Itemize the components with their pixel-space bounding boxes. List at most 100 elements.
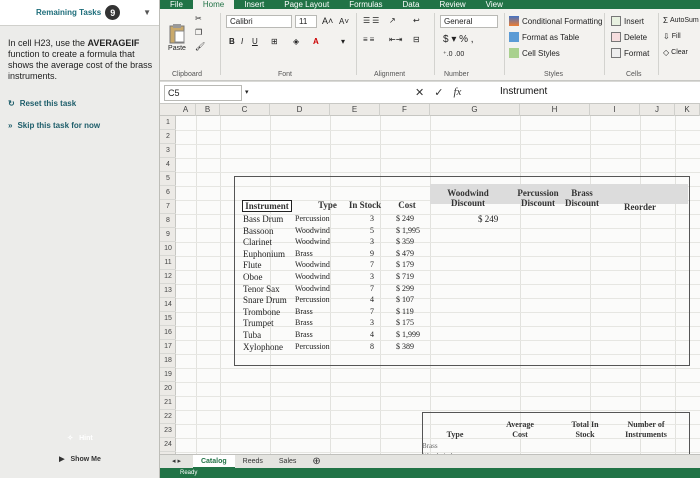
format-cells-button[interactable]: Format <box>610 47 650 59</box>
column-header-b[interactable]: B <box>196 104 220 116</box>
row-header-22[interactable]: 22 <box>160 410 176 424</box>
column-header-i[interactable]: I <box>590 104 640 116</box>
column-header-c[interactable]: C <box>220 104 270 116</box>
format-painter-icon[interactable]: 🖌 <box>194 41 206 52</box>
cell-instrument[interactable]: Bass Drum <box>243 214 283 224</box>
sheet-nav-icon[interactable]: ◂ ▸ <box>160 455 193 469</box>
tab-file[interactable]: File <box>160 0 193 9</box>
cell-instrument[interactable]: Xylophone <box>243 342 283 352</box>
row-header-6[interactable]: 6 <box>160 186 176 200</box>
more-font-icon[interactable]: ▾ <box>340 36 346 47</box>
cell-in-stock[interactable]: 3 <box>370 214 374 223</box>
cell-in-stock[interactable]: 3 <box>370 237 374 246</box>
clear-button[interactable]: ◇ Clear <box>662 47 689 58</box>
row-header-24[interactable]: 24 <box>160 438 176 452</box>
row-header-5[interactable]: 5 <box>160 172 176 186</box>
paste-button[interactable]: Paste <box>164 13 190 53</box>
formula-input[interactable]: Instrument <box>500 86 547 97</box>
cell-type[interactable]: Percussion <box>295 214 330 223</box>
cell-in-stock[interactable]: 7 <box>370 260 374 269</box>
borders-icon[interactable]: ⊞ <box>270 36 279 47</box>
summary-type-cell[interactable]: Brass <box>422 442 438 450</box>
orientation-icon[interactable]: ↗ <box>388 15 397 26</box>
row-header-16[interactable]: 16 <box>160 326 176 340</box>
cell-type[interactable]: Woodwind <box>295 226 330 235</box>
row-header-10[interactable]: 10 <box>160 242 176 256</box>
number-format-select[interactable]: General <box>440 15 498 28</box>
cell-styles-button[interactable]: Cell Styles <box>508 47 561 59</box>
cell-cost[interactable]: $ 299 <box>396 284 414 293</box>
table-header-0[interactable]: Instrument <box>242 200 292 212</box>
cell-type[interactable]: Brass <box>295 307 313 316</box>
sheet-tab-sales[interactable]: Sales <box>271 455 305 469</box>
hint-button[interactable]: ✧ Hint <box>0 431 160 445</box>
row-header-4[interactable]: 4 <box>160 158 176 172</box>
cell-instrument[interactable]: Flute <box>243 260 262 270</box>
cell-type[interactable]: Percussion <box>295 342 330 351</box>
cut-icon[interactable]: ✂ <box>194 13 203 24</box>
decimal-icons[interactable]: ⁺.0 .00 <box>442 49 465 59</box>
column-header-k[interactable]: K <box>675 104 700 116</box>
row-header-7[interactable]: 7 <box>160 200 176 214</box>
autosum-button[interactable]: Σ AutoSum <box>662 15 700 26</box>
cell-type[interactable]: Brass <box>295 330 313 339</box>
cell-in-stock[interactable]: 8 <box>370 342 374 351</box>
cell-instrument[interactable]: Euphonium <box>243 249 285 259</box>
cell-cost[interactable]: $ 249 <box>396 214 414 223</box>
cell-type[interactable]: Woodwind <box>295 284 330 293</box>
row-header-3[interactable]: 3 <box>160 144 176 158</box>
cell-in-stock[interactable]: 5 <box>370 226 374 235</box>
row-header-13[interactable]: 13 <box>160 284 176 298</box>
copy-icon[interactable]: ❐ <box>194 27 203 38</box>
chevron-down-icon[interactable]: ▼ <box>143 8 151 17</box>
cell-instrument[interactable]: Tenor Sax <box>243 284 280 294</box>
font-size-select[interactable]: 11 <box>295 15 317 28</box>
column-header-j[interactable]: J <box>640 104 675 116</box>
indent-icon[interactable]: ⇤⇥ <box>388 34 403 45</box>
sheet-tab-reeds[interactable]: Reeds <box>235 455 271 469</box>
tab-page-layout[interactable]: Page Layout <box>274 0 339 9</box>
cell-type[interactable]: Woodwind <box>295 272 330 281</box>
column-header-g[interactable]: G <box>430 104 520 116</box>
row-header-9[interactable]: 9 <box>160 228 176 242</box>
font-color-icon[interactable]: A <box>312 36 320 47</box>
show-me-button[interactable]: ▶ Show Me <box>0 452 160 466</box>
name-box-dropdown-icon[interactable]: ▾ <box>245 88 249 96</box>
row-header-12[interactable]: 12 <box>160 270 176 284</box>
cell-cost[interactable]: $ 179 <box>396 260 414 269</box>
tab-formulas[interactable]: Formulas <box>339 0 392 9</box>
column-header-d[interactable]: D <box>270 104 330 116</box>
tab-home[interactable]: Home <box>192 0 235 9</box>
delete-cells-button[interactable]: Delete <box>610 31 648 43</box>
cell-cost[interactable]: $ 389 <box>396 342 414 351</box>
table-header-6[interactable]: Brass Discount <box>562 188 602 208</box>
column-header-a[interactable]: A <box>176 104 196 116</box>
format-as-table-button[interactable]: Format as Table <box>508 31 580 43</box>
table-header-3[interactable]: Cost <box>392 200 422 210</box>
summary-header-1[interactable]: Average Cost <box>500 420 540 440</box>
cell-in-stock[interactable]: 7 <box>370 284 374 293</box>
row-header-20[interactable]: 20 <box>160 382 176 396</box>
column-header-h[interactable]: H <box>520 104 590 116</box>
cell-instrument[interactable]: Clarinet <box>243 237 272 247</box>
cell-instrument[interactable]: Bassoon <box>243 226 274 236</box>
cell-in-stock[interactable]: 4 <box>370 330 374 339</box>
wrap-text-icon[interactable]: ↩ <box>412 15 421 26</box>
italic-button[interactable]: I <box>240 36 244 47</box>
decrease-font-icon[interactable]: A˅ <box>338 16 350 27</box>
left-align-icon[interactable]: ≡≡ <box>362 34 377 45</box>
column-header-f[interactable]: F <box>380 104 430 116</box>
merge-center-icon[interactable]: ⊟ <box>412 34 421 45</box>
cell-type[interactable]: Brass <box>295 249 313 258</box>
row-header-19[interactable]: 19 <box>160 368 176 382</box>
tab-insert[interactable]: Insert <box>234 0 274 9</box>
cell-cost[interactable]: $ 1,995 <box>396 226 420 235</box>
row-header-21[interactable]: 21 <box>160 396 176 410</box>
row-header-23[interactable]: 23 <box>160 424 176 438</box>
row-header-2[interactable]: 2 <box>160 130 176 144</box>
font-name-select[interactable]: Calibri <box>226 15 292 28</box>
bold-button[interactable]: B <box>228 36 236 47</box>
enter-icon[interactable]: ✓ <box>434 86 443 99</box>
insert-function-icon[interactable]: fx <box>453 86 461 99</box>
cell-cost[interactable]: $ 1,999 <box>396 330 420 339</box>
